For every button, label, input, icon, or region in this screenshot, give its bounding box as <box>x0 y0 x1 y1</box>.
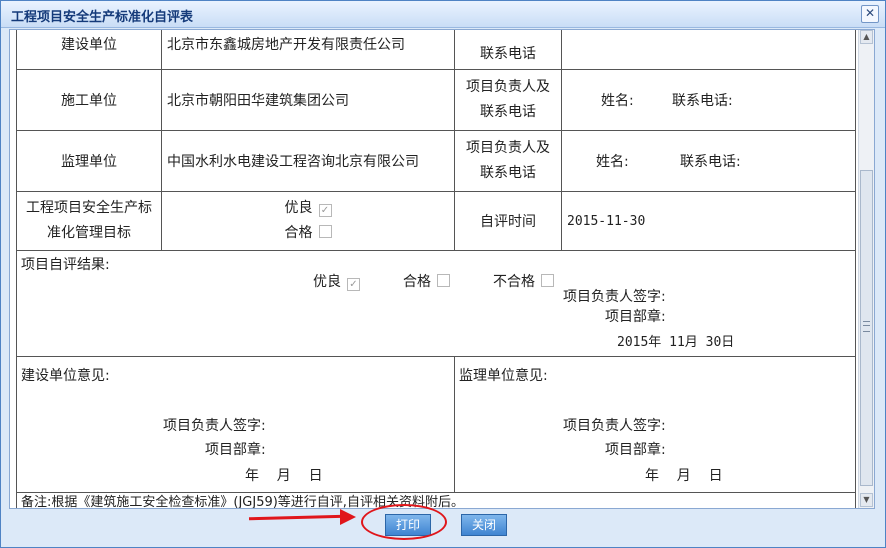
scrollbar-thumb[interactable] <box>860 170 873 486</box>
self-eval-fail-checkbox[interactable] <box>541 274 554 287</box>
remark-cell: 备注:根据《建筑施工安全检查标准》(JGJ59)等进行自评,自评相关资料附后。 <box>16 492 856 508</box>
close-icon[interactable]: ✕ <box>861 5 879 23</box>
target-pass-checkbox[interactable] <box>318 225 332 238</box>
scrollbar-grip-icon <box>863 321 870 332</box>
construction-owner-company: 北京市东鑫城房地产开发有限责任公司 <box>167 37 405 53</box>
self-eval-result-cell: 项目自评结果: 优良 ✓ 合格 不合格 项目负责人签字: 项目部章: 2015年 … <box>16 250 856 357</box>
owner-opinion-cell: 建设单位意见: 项目负责人签字: 项目部章: 年 月 日 <box>16 356 455 493</box>
eval-time-value: 2015-11-30 <box>567 213 646 229</box>
self-eval-option-pass: 合格 <box>403 271 450 291</box>
form-scroll-area[interactable]: 建设单位 北京市东鑫城房地产开发有限责任公司 联系电话 施工单位 北京市朝阳田华… <box>9 29 875 509</box>
dialog-title: 工程项目安全生产标准化自评表 <box>11 10 194 25</box>
target-options-cell: 优良 ✓ 合格 <box>161 191 455 251</box>
self-eval-option-excellent: 优良 ✓ <box>313 271 360 291</box>
contractor-person-label-line2: 联系电话 <box>480 104 536 120</box>
contractor-name-label: 姓名: <box>601 93 634 109</box>
target-label-line1: 工程项目安全生产标 <box>26 200 152 216</box>
supervisor-phone-label: 联系电话: <box>680 154 741 170</box>
supervisor-opinion-date: 年 月 日 <box>645 468 723 484</box>
supervisor-company-cell: 中国水利水电建设工程咨询北京有限公司 <box>161 130 455 192</box>
owner-opinion-label: 建设单位意见: <box>21 368 110 384</box>
construction-owner-contact-value <box>561 30 856 70</box>
self-eval-label: 项目自评结果: <box>21 257 110 273</box>
supervisor-opinion-cell: 监理单位意见: 项目负责人签字: 项目部章: 年 月 日 <box>454 356 856 493</box>
construction-owner-label-cell: 建设单位 <box>16 30 162 70</box>
owner-opinion-seal-label: 项目部章: <box>205 442 266 458</box>
contractor-label-cell: 施工单位 <box>16 69 162 131</box>
supervisor-label-cell: 监理单位 <box>16 130 162 192</box>
self-eval-pass-checkbox[interactable] <box>437 274 450 287</box>
contractor-company: 北京市朝阳田华建筑集团公司 <box>167 93 349 109</box>
construction-owner-company-cell: 北京市东鑫城房地产开发有限责任公司 <box>161 30 455 70</box>
supervisor-opinion-seal-label: 项目部章: <box>605 442 666 458</box>
target-option-pass: 合格 <box>162 221 454 246</box>
scroll-down-icon[interactable]: ▼ <box>860 493 873 507</box>
contractor-label: 施工单位 <box>61 93 117 109</box>
title-bar[interactable]: 工程项目安全生产标准化自评表 ✕ <box>1 1 885 28</box>
target-label-line2: 准化管理目标 <box>47 225 131 241</box>
self-evaluation-form: 建设单位 北京市东鑫城房地产开发有限责任公司 联系电话 施工单位 北京市朝阳田华… <box>16 30 856 508</box>
eval-time-label-cell: 自评时间 <box>454 191 562 251</box>
dialog-window: 工程项目安全生产标准化自评表 ✕ 建设单位 北京市东鑫城房地产开发有限责任公司 … <box>0 0 886 548</box>
target-label-cell: 工程项目安全生产标 准化管理目标 <box>16 191 162 251</box>
supervisor-label: 监理单位 <box>61 154 117 170</box>
construction-owner-label: 建设单位 <box>61 37 117 53</box>
supervisor-contact-cell: 姓名: 联系电话: <box>561 130 856 192</box>
contractor-contact-cell: 姓名: 联系电话: <box>561 69 856 131</box>
supervisor-opinion-label: 监理单位意见: <box>459 368 548 384</box>
self-eval-excellent-label: 优良 <box>313 274 341 290</box>
owner-opinion-date: 年 月 日 <box>245 468 323 484</box>
eval-time-label: 自评时间 <box>480 214 536 230</box>
target-option-excellent: 优良 ✓ <box>162 196 454 221</box>
contractor-company-cell: 北京市朝阳田华建筑集团公司 <box>161 69 455 131</box>
contractor-person-label-line1: 项目负责人及 <box>466 79 550 95</box>
self-eval-seal-label: 项目部章: <box>605 309 666 325</box>
construction-owner-contact-cell: 联系电话 <box>454 30 562 70</box>
vertical-scrollbar[interactable]: ▲ ▼ <box>858 30 874 508</box>
supervisor-company: 中国水利水电建设工程咨询北京有限公司 <box>167 154 419 170</box>
supervisor-person-label-line1: 项目负责人及 <box>466 140 550 156</box>
self-eval-option-fail: 不合格 <box>493 271 554 291</box>
contractor-person-label-cell: 项目负责人及 联系电话 <box>454 69 562 131</box>
owner-opinion-signature-label: 项目负责人签字: <box>163 418 266 434</box>
annotation-arrow-head-icon <box>340 509 356 525</box>
target-excellent-label: 优良 <box>284 200 313 216</box>
self-eval-signature-label: 项目负责人签字: <box>563 289 666 305</box>
self-eval-date: 2015年 11月 30日 <box>617 335 735 350</box>
self-eval-fail-label: 不合格 <box>493 274 535 290</box>
contractor-phone-label: 联系电话: <box>672 93 733 109</box>
scroll-up-icon[interactable]: ▲ <box>860 30 873 44</box>
supervisor-name-label: 姓名: <box>596 154 629 170</box>
target-pass-label: 合格 <box>284 225 313 241</box>
supervisor-opinion-signature-label: 项目负责人签字: <box>563 418 666 434</box>
target-excellent-checkbox[interactable]: ✓ <box>318 204 332 217</box>
close-button[interactable]: 关闭 <box>461 514 507 536</box>
annotation-highlight-ellipse <box>361 504 447 540</box>
self-eval-pass-label: 合格 <box>403 274 431 290</box>
eval-time-value-cell: 2015-11-30 <box>561 191 856 251</box>
supervisor-person-label-line2: 联系电话 <box>480 165 536 181</box>
self-eval-excellent-checkbox[interactable]: ✓ <box>347 278 360 291</box>
supervisor-person-label-cell: 项目负责人及 联系电话 <box>454 130 562 192</box>
construction-owner-contact-label: 联系电话 <box>480 46 536 62</box>
